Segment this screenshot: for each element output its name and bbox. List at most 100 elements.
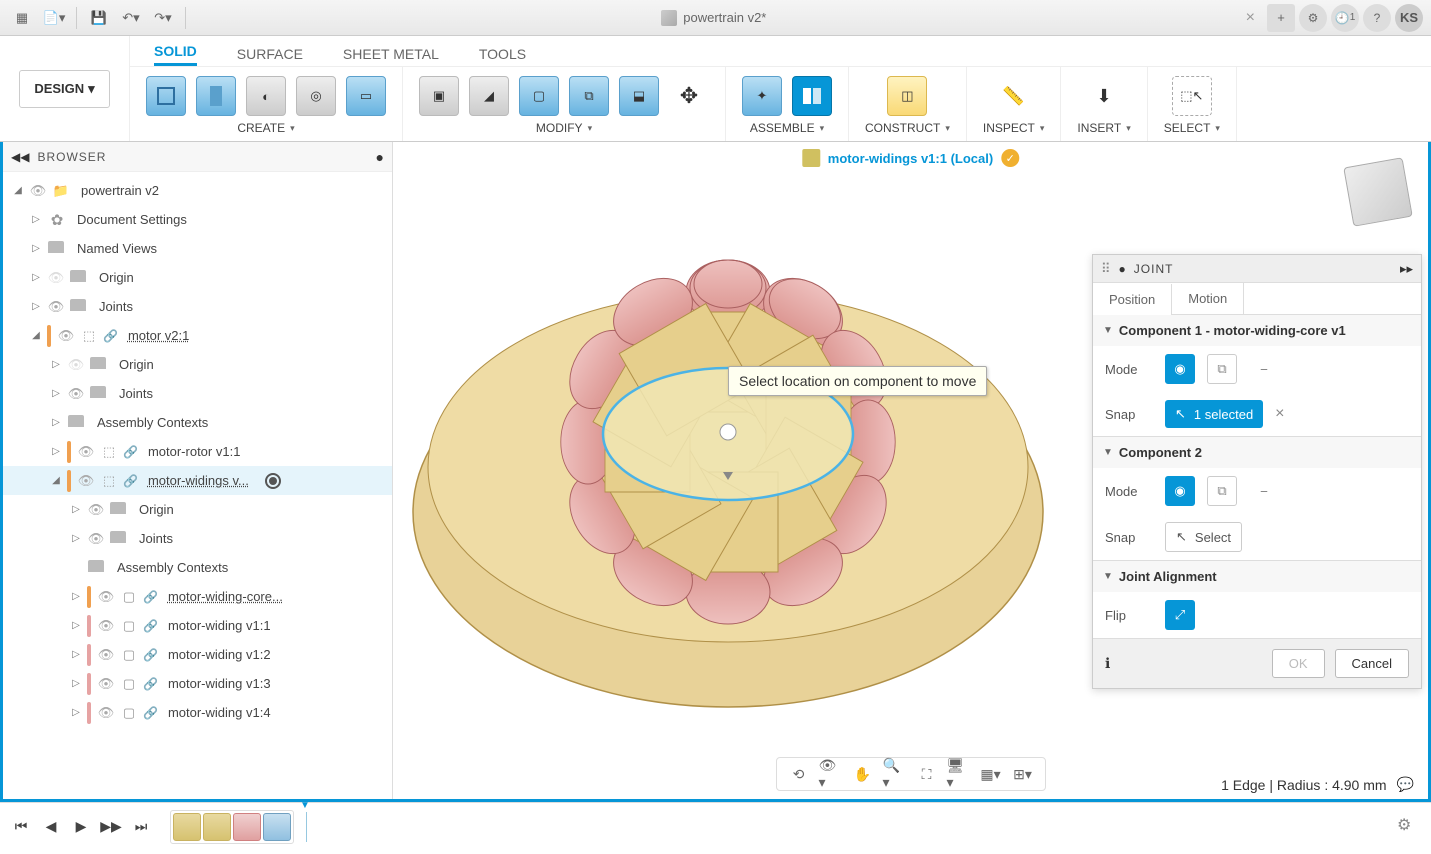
group-label-assemble[interactable]: ASSEMBLE bbox=[750, 121, 824, 135]
tree-motor-rotor[interactable]: ▷👁⬚🔗motor-rotor v1:1 bbox=[3, 437, 392, 466]
mode-simple-icon-2[interactable]: ◉ bbox=[1165, 476, 1195, 506]
undo-icon[interactable]: ↶▾ bbox=[117, 4, 145, 32]
fillet-icon[interactable]: ◢ bbox=[469, 76, 509, 116]
tree-w1[interactable]: ▷👁▢🔗motor-widing v1:1 bbox=[3, 611, 392, 640]
mode-edge-icon[interactable]: ⎯ bbox=[1249, 354, 1279, 384]
tree-origin[interactable]: ▷👁Origin bbox=[3, 263, 392, 292]
flip-button[interactable]: ⤢ bbox=[1165, 600, 1195, 630]
section-alignment[interactable]: Joint Alignment bbox=[1093, 561, 1421, 592]
view-cube[interactable] bbox=[1338, 152, 1418, 232]
tab-surface[interactable]: SURFACE bbox=[237, 46, 303, 66]
joint-icon[interactable] bbox=[792, 76, 832, 116]
tree-w-joints[interactable]: ▷👁Joints bbox=[3, 524, 392, 553]
snap-icon[interactable]: ⊞▾ bbox=[1011, 762, 1035, 786]
timeline-prev-icon[interactable]: ◀ bbox=[40, 816, 62, 838]
tab-tools[interactable]: TOOLS bbox=[479, 46, 526, 66]
group-label-construct[interactable]: CONSTRUCT bbox=[865, 121, 950, 135]
timeline-settings-icon[interactable]: ⚙ bbox=[1397, 815, 1421, 839]
timeline-play-icon[interactable]: ▶ bbox=[70, 816, 92, 838]
tree-w2[interactable]: ▷👁▢🔗motor-widing v1:2 bbox=[3, 640, 392, 669]
revolve-icon[interactable]: ◐ bbox=[246, 76, 286, 116]
save-icon[interactable]: 💾 bbox=[85, 4, 113, 32]
tree-asm-contexts[interactable]: ▷Assembly Contexts bbox=[3, 408, 392, 437]
extrude-icon[interactable] bbox=[196, 76, 236, 116]
joint-tab-position[interactable]: Position bbox=[1093, 284, 1172, 315]
section-component-2[interactable]: Component 2 bbox=[1093, 437, 1421, 468]
group-label-select[interactable]: SELECT bbox=[1164, 121, 1220, 135]
split-icon[interactable]: ⬓ bbox=[619, 76, 659, 116]
close-tab-icon[interactable]: × bbox=[1238, 5, 1263, 31]
mode-between-icon-2[interactable]: ⧉ bbox=[1207, 476, 1237, 506]
tree-motor-origin[interactable]: ▷👁Origin bbox=[3, 350, 392, 379]
job-status-icon[interactable]: 🕘1 bbox=[1331, 4, 1359, 32]
snap-selection[interactable]: ↖1 selected bbox=[1165, 400, 1263, 428]
tree-w-core[interactable]: ▷👁▢🔗motor-widing-core... bbox=[3, 582, 392, 611]
group-label-insert[interactable]: INSERT bbox=[1077, 121, 1130, 135]
ok-button[interactable]: OK bbox=[1272, 649, 1325, 678]
cancel-button[interactable]: Cancel bbox=[1335, 649, 1409, 678]
dialog-expand-icon[interactable]: ▸▸ bbox=[1400, 261, 1413, 277]
group-label-modify[interactable]: MODIFY bbox=[536, 121, 592, 135]
orbit-icon[interactable]: ⟲ bbox=[787, 762, 811, 786]
tree-joints[interactable]: ▷👁Joints bbox=[3, 292, 392, 321]
shell-icon[interactable]: ▢ bbox=[519, 76, 559, 116]
new-file-icon[interactable]: 📄▾ bbox=[40, 4, 68, 32]
display-icon[interactable]: 🖥▾ bbox=[947, 762, 971, 786]
add-tab-icon[interactable]: + bbox=[1267, 4, 1295, 32]
timeline-feature[interactable] bbox=[233, 813, 261, 841]
tree-motor-widings[interactable]: ◢👁⬚🔗motor-widings v... bbox=[3, 466, 392, 495]
section-component-1[interactable]: Component 1 - motor-widing-core v1 bbox=[1093, 315, 1421, 346]
linked-document-chip[interactable]: motor-widings v1:1 (Local) ✓ bbox=[792, 146, 1029, 170]
dialog-info-icon[interactable]: ℹ bbox=[1105, 655, 1110, 672]
timeline-first-icon[interactable]: ⏮ bbox=[10, 816, 32, 838]
timeline-feature[interactable] bbox=[203, 813, 231, 841]
insert-icon[interactable]: ⬇ bbox=[1084, 76, 1124, 116]
activate-radio-icon[interactable] bbox=[265, 473, 281, 489]
comments-icon[interactable]: 💬 bbox=[1397, 776, 1414, 793]
grid-icon[interactable]: ▦▾ bbox=[979, 762, 1003, 786]
look-icon[interactable]: 👁▾ bbox=[819, 762, 843, 786]
timeline-items[interactable] bbox=[170, 810, 294, 844]
tree-root[interactable]: ◢👁📁powertrain v2 bbox=[3, 176, 392, 205]
browser-settings-icon[interactable]: ● bbox=[376, 149, 384, 165]
tree-motor-joints[interactable]: ▷👁Joints bbox=[3, 379, 392, 408]
redo-icon[interactable]: ↷▾ bbox=[149, 4, 177, 32]
measure-icon[interactable]: 📏 bbox=[994, 76, 1034, 116]
canvas-viewport[interactable]: motor-widings v1:1 (Local) ✓ bbox=[393, 142, 1428, 799]
dialog-grip-icon[interactable]: ⠿ bbox=[1101, 261, 1111, 277]
workspace-switcher[interactable]: DESIGN▾ bbox=[0, 36, 130, 141]
hole-icon[interactable]: ◎ bbox=[296, 76, 336, 116]
pan-icon[interactable]: ✋ bbox=[851, 762, 875, 786]
plane-icon[interactable]: ◫ bbox=[887, 76, 927, 116]
tree-w3[interactable]: ▷👁▢🔗motor-widing v1:3 bbox=[3, 669, 392, 698]
box-icon[interactable]: ▭ bbox=[346, 76, 386, 116]
group-label-create[interactable]: CREATE bbox=[237, 121, 294, 135]
snap-select-button[interactable]: ↖Select bbox=[1165, 522, 1242, 552]
dialog-pin-icon[interactable]: ● bbox=[1119, 262, 1126, 276]
move-icon[interactable]: ✥ bbox=[669, 76, 709, 116]
group-label-inspect[interactable]: INSPECT bbox=[983, 121, 1045, 135]
tree-motor[interactable]: ◢👁⬚🔗motor v2:1 bbox=[3, 321, 392, 350]
mode-simple-icon[interactable]: ◉ bbox=[1165, 354, 1195, 384]
apps-grid-icon[interactable]: ▦ bbox=[8, 4, 36, 32]
tab-sheet-metal[interactable]: SHEET METAL bbox=[343, 46, 439, 66]
press-pull-icon[interactable]: ▣ bbox=[419, 76, 459, 116]
mode-between-icon[interactable]: ⧉ bbox=[1207, 354, 1237, 384]
tree-w-origin[interactable]: ▷👁Origin bbox=[3, 495, 392, 524]
clear-snap-icon[interactable]: × bbox=[1275, 405, 1284, 423]
timeline-feature[interactable] bbox=[173, 813, 201, 841]
tree-w-asm[interactable]: Assembly Contexts bbox=[3, 553, 392, 582]
collapse-browser-icon[interactable]: ◀◀ bbox=[11, 150, 29, 164]
new-component-icon[interactable]: ✦ bbox=[742, 76, 782, 116]
timeline-next-icon[interactable]: ▶▶ bbox=[100, 816, 122, 838]
document-tab[interactable]: powertrain v2* bbox=[194, 10, 1234, 26]
timeline-marker[interactable] bbox=[306, 812, 307, 842]
zoom-icon[interactable]: 🔍▾ bbox=[883, 762, 907, 786]
help-icon[interactable]: ? bbox=[1363, 4, 1391, 32]
tree-named-views[interactable]: ▷Named Views bbox=[3, 234, 392, 263]
create-sketch-icon[interactable] bbox=[146, 76, 186, 116]
extensions-icon[interactable]: ⚙ bbox=[1299, 4, 1327, 32]
fit-icon[interactable]: ⛶ bbox=[915, 762, 939, 786]
browser-tree[interactable]: ◢👁📁powertrain v2 ▷✿Document Settings ▷Na… bbox=[3, 172, 392, 799]
timeline-feature[interactable] bbox=[263, 813, 291, 841]
